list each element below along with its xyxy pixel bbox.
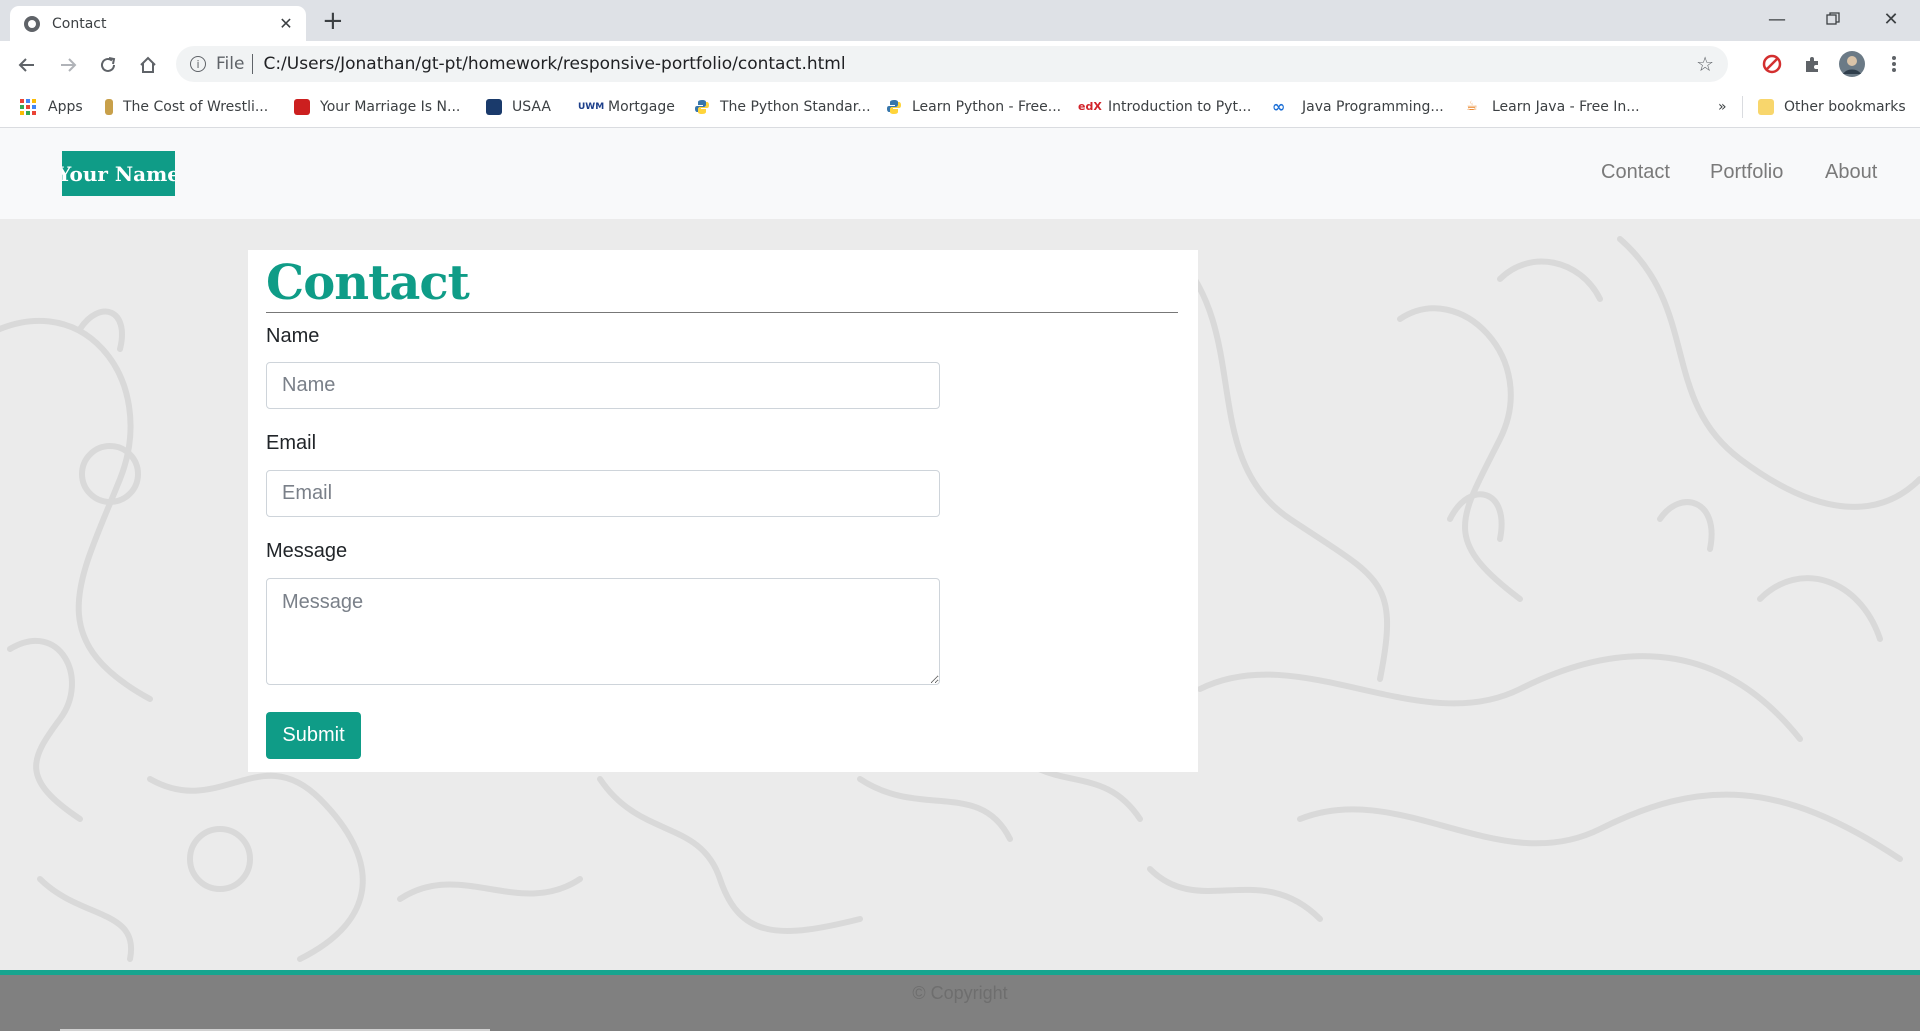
extension-blocker-icon[interactable]: [1758, 50, 1786, 78]
bookmark-label: Introduction to Pyt...: [1108, 99, 1252, 115]
site-footer: © Copyright: [0, 970, 1920, 1031]
uwm-icon: UWM: [578, 102, 605, 112]
bookmark-label: Apps: [48, 99, 83, 115]
bookmark-item[interactable]: The Python Standar...: [694, 96, 871, 118]
other-bookmarks[interactable]: Other bookmarks: [1758, 96, 1906, 118]
close-window-button[interactable]: ✕: [1868, 0, 1914, 38]
profile-avatar-icon[interactable]: [1838, 50, 1866, 78]
bookmark-item[interactable]: ∞ Java Programming...: [1272, 96, 1444, 118]
address-bar[interactable]: i File C:/Users/Jonathan/gt-pt/homework/…: [176, 46, 1728, 82]
browser-toolbar: i File C:/Users/Jonathan/gt-pt/homework/…: [0, 41, 1920, 87]
contact-card: Contact Name Email Message Submit: [248, 250, 1198, 772]
bookmark-label: Java Programming...: [1302, 99, 1444, 115]
home-icon: [140, 56, 156, 73]
name-label: Name: [266, 325, 320, 347]
url-separator: [252, 54, 254, 74]
page-viewport: Your Name Contact Portfolio About Contac…: [0, 128, 1920, 1031]
bookmark-item[interactable]: USAA: [486, 96, 551, 118]
page-title: Contact: [266, 255, 470, 311]
new-tab-button[interactable]: +: [322, 6, 344, 36]
restore-icon: [1826, 12, 1840, 25]
bookmark-label: Learn Python - Free...: [912, 99, 1062, 115]
python-icon: [695, 100, 709, 114]
python-icon: [887, 100, 901, 114]
brand-logo[interactable]: Your Name: [62, 151, 175, 196]
minimize-button[interactable]: —: [1754, 0, 1800, 38]
email-input[interactable]: [266, 470, 940, 517]
tab-title: Contact: [52, 15, 107, 32]
usaa-icon: [486, 99, 502, 115]
other-bookmarks-label: Other bookmarks: [1784, 99, 1906, 115]
arrow-right-icon: [61, 58, 77, 72]
globe-icon: [24, 15, 40, 32]
site-navbar: Your Name Contact Portfolio About: [0, 128, 1920, 219]
puzzle-icon[interactable]: [1798, 50, 1826, 78]
bookmark-label: Learn Java - Free In...: [1492, 99, 1640, 115]
submit-button[interactable]: Submit: [266, 712, 361, 759]
url-scheme: File: [216, 54, 245, 74]
nav-link-contact[interactable]: Contact: [1601, 161, 1670, 184]
nav-link-about[interactable]: About: [1825, 161, 1877, 184]
bookmark-apps[interactable]: Apps: [20, 96, 83, 118]
forward-button[interactable]: [54, 51, 82, 79]
bookmark-item[interactable]: UWM Mortgage: [578, 96, 675, 118]
bookmark-label: Your Marriage Is N...: [320, 99, 461, 115]
edx-icon: edX: [1078, 100, 1102, 113]
bookmark-r-icon: [105, 99, 113, 115]
bookmark-item[interactable]: Learn Python - Free...: [886, 96, 1061, 118]
title-divider: [266, 312, 1178, 313]
browser-tab[interactable]: Contact ✕: [10, 6, 306, 41]
tab-close-icon[interactable]: ✕: [276, 14, 296, 33]
name-input[interactable]: [266, 362, 940, 409]
bookmark-item[interactable]: ☕ Learn Java - Free In...: [1466, 96, 1640, 118]
infinity-icon: ∞: [1272, 97, 1286, 116]
bookmark-item[interactable]: edX Introduction to Pyt...: [1078, 96, 1251, 118]
bookmark-red-icon: [294, 99, 310, 115]
bookmark-label: The Cost of Wrestli...: [123, 99, 269, 115]
restore-button[interactable]: [1810, 0, 1856, 38]
bookmark-item[interactable]: Your Marriage Is N...: [294, 96, 460, 118]
email-label: Email: [266, 432, 317, 454]
apps-grid-icon: [20, 99, 36, 115]
folder-icon: [1758, 99, 1774, 115]
arrow-left-icon: [18, 58, 34, 72]
message-textarea[interactable]: [266, 578, 940, 685]
bookmark-item[interactable]: The Cost of Wrestli...: [105, 96, 268, 118]
back-button[interactable]: [13, 51, 41, 79]
java-icon: ☕: [1466, 99, 1478, 114]
kebab-menu-icon[interactable]: [1880, 50, 1908, 78]
bookmark-label: The Python Standar...: [720, 99, 871, 115]
bookmarks-bar: Apps The Cost of Wrestli... Your Marriag…: [0, 87, 1920, 128]
copyright-text: © Copyright: [912, 983, 1008, 1003]
info-icon[interactable]: i: [190, 56, 206, 72]
nav-link-portfolio[interactable]: Portfolio: [1710, 161, 1783, 184]
home-button[interactable]: [134, 51, 162, 79]
bookmark-label: Mortgage: [608, 99, 675, 115]
url-text[interactable]: C:/Users/Jonathan/gt-pt/homework/respons…: [263, 54, 1696, 74]
message-label: Message: [266, 540, 348, 562]
reload-button[interactable]: [94, 51, 122, 79]
star-icon[interactable]: ☆: [1696, 52, 1714, 76]
reload-icon: [101, 57, 116, 72]
more-bookmarks-button[interactable]: »: [1718, 96, 1727, 118]
bookmark-label: USAA: [512, 99, 551, 115]
bookmarks-divider: [1742, 96, 1743, 118]
tab-strip: Contact ✕ + — ✕: [0, 0, 1920, 41]
